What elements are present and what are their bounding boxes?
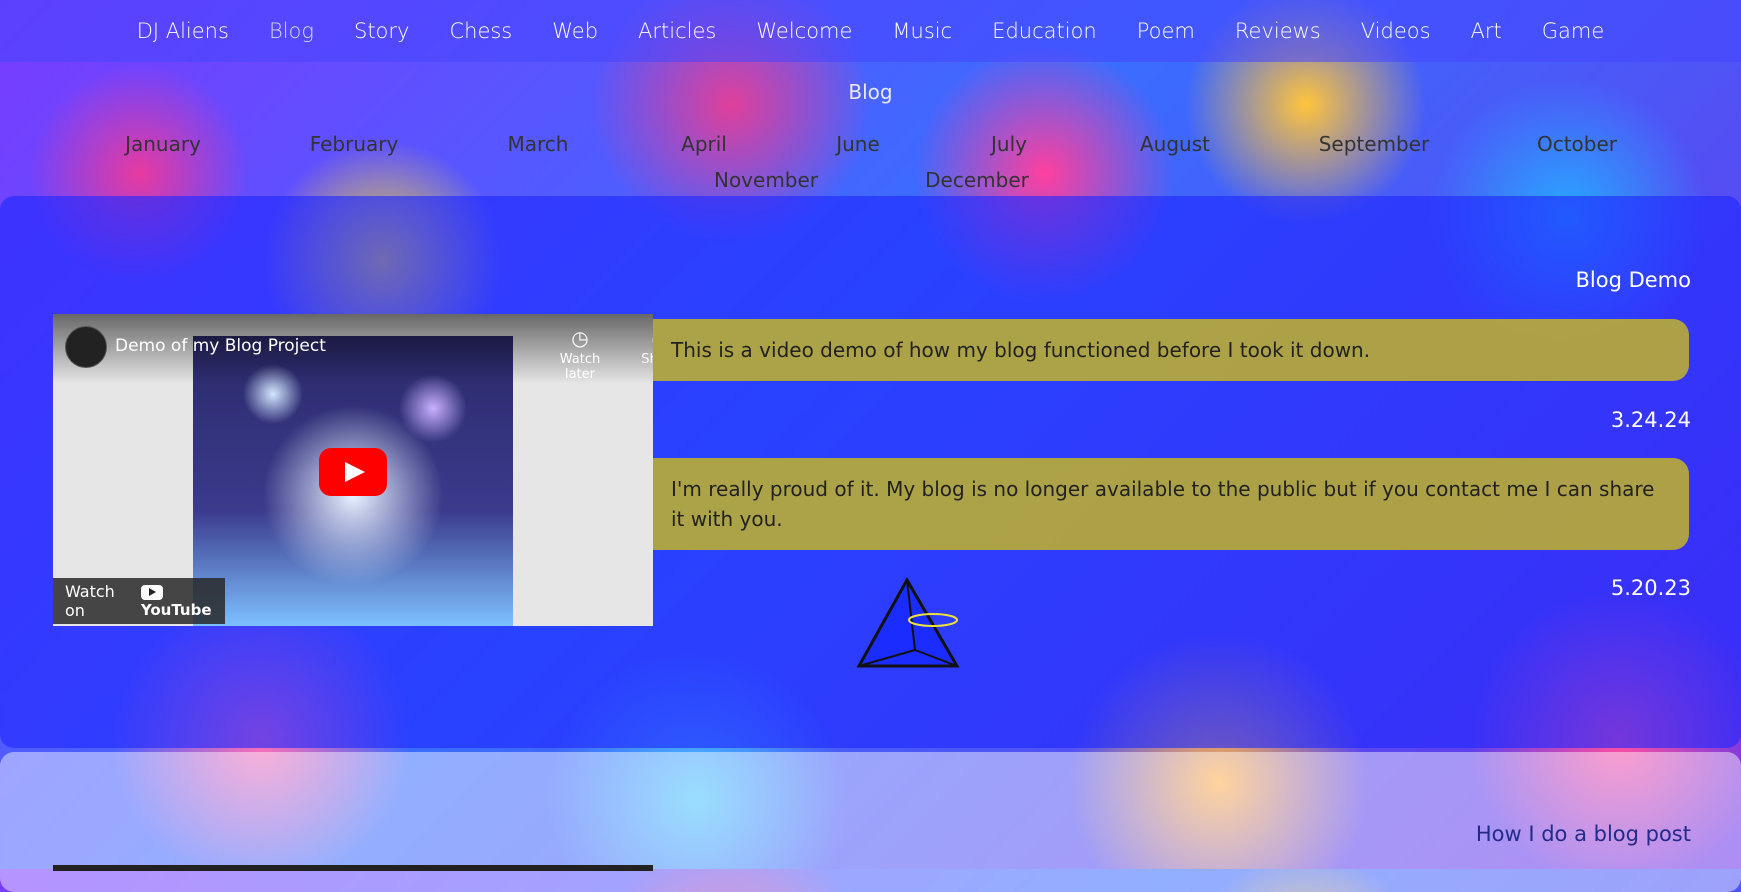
- nav-game[interactable]: Game: [1522, 19, 1625, 43]
- share-label: Share: [641, 352, 653, 367]
- post-title: Blog Demo: [1575, 268, 1692, 292]
- month-april[interactable]: April: [681, 132, 727, 156]
- nav-poem[interactable]: Poem: [1117, 19, 1215, 43]
- share-icon: ➦: [625, 326, 653, 350]
- nav-reviews[interactable]: Reviews: [1215, 19, 1341, 43]
- clock-icon: ◷: [571, 326, 589, 350]
- month-january[interactable]: January: [125, 132, 201, 156]
- month-june[interactable]: June: [836, 132, 880, 156]
- top-nav: DJ Aliens Blog Story Chess Web Articles …: [0, 0, 1741, 62]
- month-december[interactable]: December: [925, 168, 1029, 192]
- nav-dj-aliens[interactable]: DJ Aliens: [117, 19, 249, 43]
- blog-heading: Blog: [848, 80, 893, 104]
- channel-avatar[interactable]: [65, 326, 107, 368]
- post-title: How I do a blog post: [1475, 822, 1691, 846]
- entry-text: I'm really proud of it. My blog is no lo…: [653, 458, 1689, 550]
- nav-education[interactable]: Education: [972, 19, 1117, 43]
- nav-blog[interactable]: Blog: [249, 19, 334, 43]
- watch-on-label: Watch on: [65, 582, 115, 620]
- month-march[interactable]: March: [508, 132, 569, 156]
- nav-chess[interactable]: Chess: [429, 19, 532, 43]
- month-september[interactable]: September: [1319, 132, 1430, 156]
- nav-welcome[interactable]: Welcome: [736, 19, 872, 43]
- entry-text: This is a video demo of how my blog func…: [653, 319, 1689, 381]
- entry-date: 3.24.24: [1610, 408, 1691, 432]
- watch-later-label: Watch later: [559, 352, 601, 382]
- pyramid-logo-icon: [856, 576, 960, 668]
- month-july[interactable]: July: [991, 132, 1027, 156]
- month-february[interactable]: February: [310, 132, 399, 156]
- post-how-i-do-a-blog-post: How I do a blog post: [0, 752, 1741, 892]
- month-nav: January February March April June July A…: [0, 128, 1741, 198]
- play-button[interactable]: [319, 448, 387, 496]
- youtube-logo: YouTube: [140, 583, 225, 619]
- share-button[interactable]: ➦ Share: [625, 326, 653, 367]
- nav-music[interactable]: Music: [872, 19, 972, 43]
- nav-articles[interactable]: Articles: [618, 19, 736, 43]
- month-october[interactable]: October: [1537, 132, 1617, 156]
- month-august[interactable]: August: [1140, 132, 1210, 156]
- entry-date: 5.20.23: [1610, 576, 1691, 600]
- post-blog-demo: Blog Demo Demo of my Blog Project ◷ Watc…: [0, 196, 1741, 748]
- watch-on-youtube-button[interactable]: Watch on YouTube: [53, 578, 225, 624]
- youtube-embed[interactable]: Demo of my Blog Project ◷ Watch later ➦ …: [53, 314, 653, 626]
- video-title[interactable]: Demo of my Blog Project: [115, 336, 326, 356]
- month-november[interactable]: November: [714, 168, 818, 192]
- watch-later-button[interactable]: ◷ Watch later: [545, 326, 615, 382]
- nav-web[interactable]: Web: [532, 19, 618, 43]
- nav-story[interactable]: Story: [334, 19, 429, 43]
- youtube-embed-top-edge[interactable]: [53, 865, 653, 871]
- nav-videos[interactable]: Videos: [1341, 19, 1451, 43]
- nav-art[interactable]: Art: [1451, 19, 1522, 43]
